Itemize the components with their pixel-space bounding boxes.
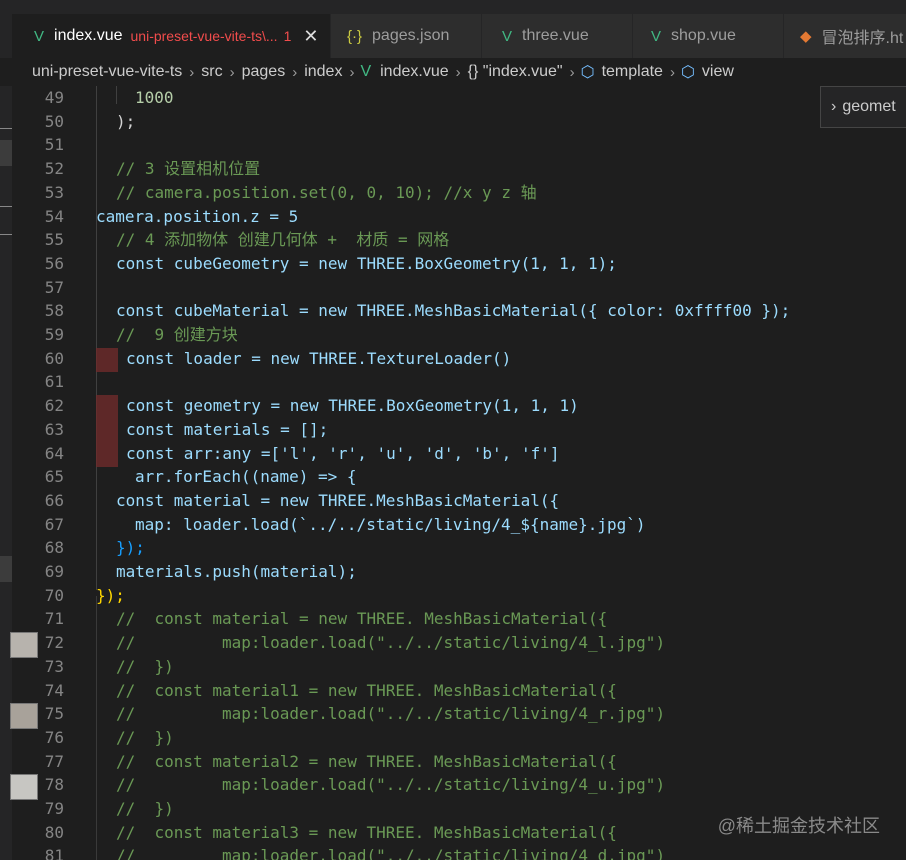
code-line: const geometry = new THREE.BoxGeometry(1… (126, 396, 579, 416)
image-preview-thumbnail[interactable] (10, 632, 38, 658)
code-comment: // camera.position.set(0, 0, 10); //x y … (116, 182, 537, 202)
cube-icon: ⬡ (580, 64, 595, 81)
breadcrumb: uni-preset-vue-vite-ts › src › pages › i… (0, 58, 906, 86)
sidebar-edge (0, 86, 12, 860)
indent-guide (96, 596, 97, 860)
tab-path-label: uni-preset-vue-vite-ts\... (130, 28, 278, 44)
breadcrumb-root[interactable]: uni-preset-vue-vite-ts (31, 63, 183, 81)
breadcrumb-pages[interactable]: pages (241, 63, 287, 81)
tab-bubble-sort-html[interactable]: ◆ 冒泡排序.ht (784, 14, 906, 58)
tab-index-vue[interactable]: V index.vue uni-preset-vue-vite-ts\... 1… (12, 14, 331, 58)
code-line: arr.forEach((name) => { (135, 467, 357, 487)
sidebar-divider (0, 234, 12, 235)
html-file-icon: ◆ (800, 28, 812, 45)
sidebar-selection (0, 140, 12, 166)
tab-label: 冒泡排序.ht (821, 30, 904, 47)
code-line: camera.position.z = 5 (96, 206, 299, 226)
tab-label: three.vue (522, 27, 589, 44)
code-comment: // const material2 = new THREE. MeshBasi… (116, 751, 617, 771)
code-comment: // 4 添加物体 创建几何体 + 材质 = 网格 (116, 230, 450, 250)
indent-guide (96, 86, 97, 590)
code-comment: // map:loader.load("../../static/living/… (116, 704, 666, 724)
code-line: ); (116, 111, 136, 131)
chevron-right-icon: › (831, 98, 837, 115)
tab-label: pages.json (372, 27, 450, 44)
chevron-right-icon: › (455, 63, 461, 81)
vue-file-icon: V (360, 63, 372, 80)
code-line: const cubeMaterial = new THREE.MeshBasic… (116, 301, 791, 321)
code-comment: // 9 创建方块 (116, 325, 238, 344)
breadcrumb-src[interactable]: src (200, 63, 223, 81)
code-line: materials.push(material); (116, 562, 357, 581)
vue-file-icon: V (651, 27, 662, 45)
code-comment: // map:loader.load("../../static/living/… (116, 633, 666, 653)
problem-count-badge: 1 (283, 28, 292, 44)
sidebar-divider (0, 206, 12, 207)
vue-file-icon: V (34, 27, 45, 45)
code-line: const cubeGeometry = new THREE.BoxGeomet… (116, 253, 617, 273)
tab-three-vue[interactable]: V three.vue (482, 14, 633, 58)
code-line: const materials = []; (126, 419, 329, 439)
code-comment: // map:loader.load("../../static/living/… (116, 846, 666, 860)
code-comment: // map:loader.load("../../static/living/… (116, 775, 666, 795)
breadcrumb-object[interactable]: {} "index.vue" (467, 63, 564, 81)
git-change-marker (96, 395, 118, 467)
vue-file-icon: V (502, 27, 513, 45)
chevron-right-icon: › (229, 63, 235, 81)
tab-label: shop.vue (671, 27, 736, 44)
code-line: map: loader.load(`../../static/living/4_… (135, 514, 646, 534)
sticky-scroll-widget[interactable]: › geomet (820, 86, 906, 128)
chevron-right-icon: › (569, 63, 575, 81)
chevron-right-icon: › (189, 63, 195, 81)
breadcrumb-template[interactable]: template (601, 63, 664, 81)
sidebar-divider (0, 128, 12, 129)
code-comment: // }) (116, 727, 174, 747)
tab-label: index.vue (54, 27, 123, 44)
code-comment: // const material = new THREE. MeshBasic… (116, 609, 608, 629)
sidebar-selection (0, 556, 12, 582)
tab-pages-json[interactable]: {·} pages.json (331, 14, 482, 58)
cube-icon: ⬡ (680, 64, 695, 81)
code-comment: // const material1 = new THREE. MeshBasi… (116, 680, 617, 700)
code-comment: // const material3 = new THREE. MeshBasi… (116, 822, 617, 842)
breadcrumb-index[interactable]: index (303, 63, 343, 81)
breadcrumb-view[interactable]: view (701, 63, 735, 81)
editor-tab-bar: V index.vue uni-preset-vue-vite-ts\... 1… (0, 0, 906, 58)
chevron-right-icon: › (349, 63, 355, 81)
image-preview-thumbnail[interactable] (10, 703, 38, 729)
code-line: const material = new THREE.MeshBasicMate… (116, 490, 560, 510)
code-token: 1000 (135, 88, 174, 107)
code-comment: // }) (116, 656, 174, 676)
code-comment: // }) (116, 799, 174, 818)
json-file-icon: {·} (347, 27, 363, 45)
close-icon[interactable]: ✕ (303, 26, 318, 47)
code-editor[interactable]: 49 1000 50); 51 52// 3 设置相机位置 53// camera… (0, 86, 906, 860)
chevron-right-icon: › (292, 63, 298, 81)
code-line: }); (116, 538, 145, 558)
code-line: const arr:any =['l', 'r', 'u', 'd', 'b',… (126, 443, 560, 463)
indent-guide (116, 86, 117, 104)
code-comment: // 3 设置相机位置 (116, 159, 261, 179)
breadcrumb-file[interactable]: index.vue (379, 63, 450, 81)
image-preview-thumbnail[interactable] (10, 774, 38, 800)
chevron-right-icon: › (669, 63, 675, 81)
tab-shop-vue[interactable]: V shop.vue (633, 14, 784, 58)
sticky-label: geomet (842, 98, 896, 115)
watermark: @稀土掘金技术社区 (717, 816, 880, 836)
code-line: const loader = new THREE.TextureLoader() (126, 348, 512, 368)
git-change-marker (96, 348, 118, 372)
code-line: }); (96, 585, 125, 605)
